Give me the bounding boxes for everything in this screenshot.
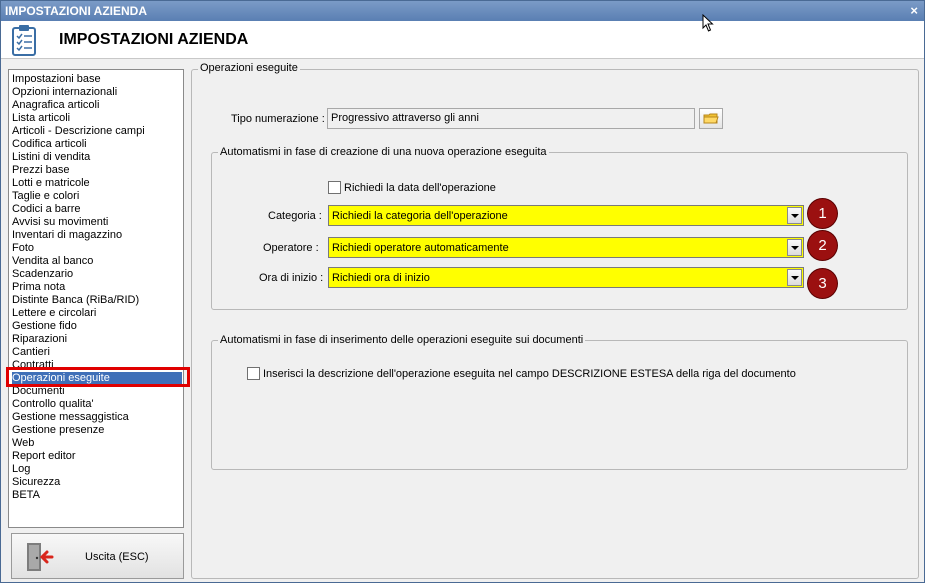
sidebar-item[interactable]: Vendita al banco [12, 255, 182, 268]
ask-date-label: Richiedi la data dell'operazione [344, 182, 496, 194]
sidebar-item[interactable]: Gestione fido [12, 320, 182, 333]
start-time-select[interactable]: Richiedi ora di inizio [328, 267, 804, 288]
sidebar-item[interactable]: Distinte Banca (RiBa/RID) [12, 294, 182, 307]
sidebar-item[interactable]: Report editor [12, 450, 182, 463]
operator-label: Operatore : [263, 242, 319, 254]
category-label: Categoria : [268, 210, 322, 222]
page-title: IMPOSTAZIONI AZIENDA [59, 31, 249, 48]
step-badge-2: 2 [808, 231, 837, 260]
chevron-down-icon[interactable] [787, 239, 802, 256]
sidebar-item[interactable]: Lista articoli [12, 112, 182, 125]
category-select[interactable]: Richiedi la categoria dell'operazione [328, 205, 804, 226]
title-bar[interactable]: IMPOSTAZIONI AZIENDA × [1, 1, 924, 21]
numbering-field[interactable]: Progressivo attraverso gli anni [327, 108, 695, 129]
sidebar-item[interactable]: Controllo qualita' [12, 398, 182, 411]
start-time-value: Richiedi ora di inizio [332, 272, 430, 284]
sidebar-item[interactable]: Codifica articoli [12, 138, 182, 151]
sidebar-item[interactable]: Lettere e circolari [12, 307, 182, 320]
folder-icon [703, 113, 719, 124]
category-value: Richiedi la categoria dell'operazione [332, 210, 508, 222]
exit-door-icon [27, 543, 54, 571]
sidebar-item[interactable]: Gestione presenze [12, 424, 182, 437]
sidebar-item[interactable]: Impostazioni base [12, 73, 182, 86]
selection-highlight-box [6, 367, 190, 387]
numbering-label: Tipo numerazione : [231, 113, 325, 125]
page-header: IMPOSTAZIONI AZIENDA [1, 21, 924, 59]
operator-select[interactable]: Richiedi operatore automaticamente [328, 237, 804, 258]
mouse-pointer-icon [702, 14, 714, 32]
sidebar-item[interactable]: Foto [12, 242, 182, 255]
ask-date-checkbox[interactable] [328, 181, 341, 194]
sidebar-item[interactable]: Articoli - Descrizione campi [12, 125, 182, 138]
sidebar-item[interactable]: Avvisi su movimenti [12, 216, 182, 229]
sidebar-item[interactable]: Web [12, 437, 182, 450]
window-title: IMPOSTAZIONI AZIENDA [5, 4, 147, 18]
operations-group: Operazioni eseguite Tipo numerazione : P… [191, 62, 919, 579]
sidebar-item[interactable]: Lotti e matricole [12, 177, 182, 190]
creation-automation-group: Automatismi in fase di creazione di una … [211, 146, 908, 310]
sidebar-item[interactable]: Gestione messaggistica [12, 411, 182, 424]
sidebar-item[interactable]: Sicurezza [12, 476, 182, 489]
operations-group-title: Operazioni eseguite [198, 62, 300, 74]
sidebar-item[interactable]: Taglie e colori [12, 190, 182, 203]
insert-description-checkbox[interactable] [247, 367, 260, 380]
start-time-label: Ora di inizio : [259, 272, 324, 284]
sidebar-item[interactable]: Log [12, 463, 182, 476]
chevron-down-icon[interactable] [787, 269, 802, 286]
sidebar-item[interactable]: Inventari di magazzino [12, 229, 182, 242]
sidebar-item[interactable]: Anagrafica articoli [12, 99, 182, 112]
settings-sidebar[interactable]: Impostazioni base Opzioni internazionali A… [8, 69, 184, 528]
sidebar-item[interactable]: Cantieri [12, 346, 182, 359]
clipboard-checklist-icon [12, 25, 36, 56]
close-icon[interactable]: × [910, 3, 918, 18]
exit-button[interactable]: Uscita (ESC) [11, 533, 184, 579]
sidebar-item[interactable]: Codici a barre [12, 203, 182, 216]
numbering-browse-button[interactable] [699, 108, 723, 129]
numbering-value: Progressivo attraverso gli anni [331, 112, 479, 124]
chevron-down-icon[interactable] [787, 207, 802, 224]
sidebar-item[interactable]: BETA [12, 489, 182, 502]
creation-group-title: Automatismi in fase di creazione di una … [218, 146, 549, 158]
sidebar-item[interactable]: Listini di vendita [12, 151, 182, 164]
sidebar-item[interactable]: Prezzi base [12, 164, 182, 177]
insert-description-label: Inserisci la descrizione dell'operazione… [263, 368, 796, 380]
sidebar-item[interactable]: Prima nota [12, 281, 182, 294]
sidebar-item[interactable]: Opzioni internazionali [12, 86, 182, 99]
step-badge-3: 3 [808, 269, 837, 298]
sidebar-item[interactable]: Riparazioni [12, 333, 182, 346]
step-badge-1: 1 [808, 199, 837, 228]
insert-automation-group: Automatismi in fase di inserimento delle… [211, 334, 908, 470]
sidebar-item[interactable]: Scadenzario [12, 268, 182, 281]
settings-window: IMPOSTAZIONI AZIENDA × IMPOSTAZIONI AZIE… [0, 0, 925, 583]
exit-button-label: Uscita (ESC) [85, 551, 149, 563]
insert-group-title: Automatismi in fase di inserimento delle… [218, 334, 586, 346]
operator-value: Richiedi operatore automaticamente [332, 242, 509, 254]
